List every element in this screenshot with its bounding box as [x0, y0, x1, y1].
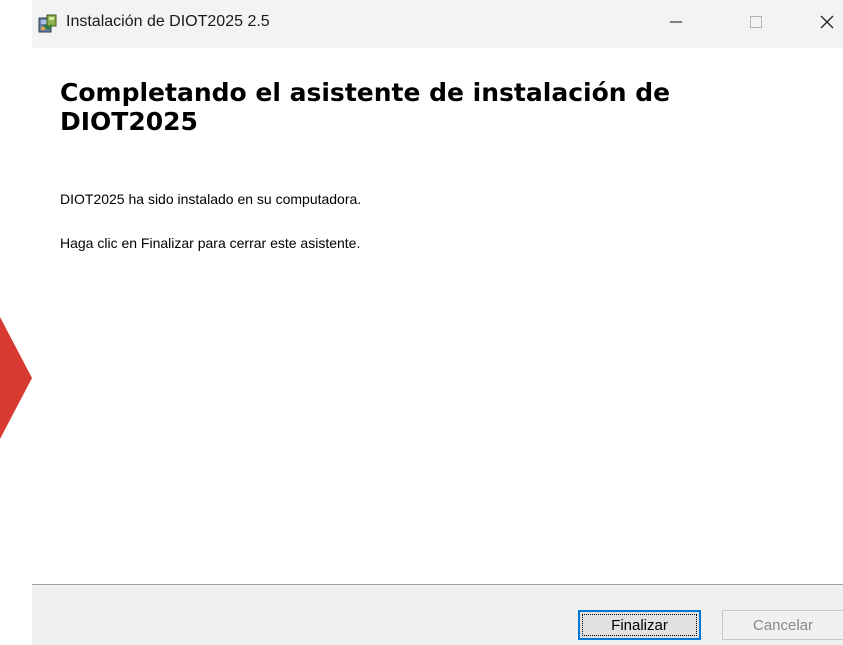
installer-package-icon [38, 12, 60, 34]
minimize-button[interactable] [654, 0, 698, 48]
close-icon [819, 14, 835, 35]
maximize-icon [749, 15, 763, 34]
finish-button-label: Finalizar [582, 614, 697, 636]
page-title: Completando el asistente de instalación … [60, 78, 671, 136]
wizard-footer: Finalizar Cancelar [32, 585, 843, 645]
close-button[interactable] [805, 0, 843, 48]
minimize-icon [669, 15, 683, 34]
title-bar[interactable]: Instalación de DIOT2025 2.5 [32, 0, 843, 48]
cancel-button: Cancelar [722, 610, 843, 640]
installed-message: DIOT2025 ha sido instalado en su computa… [60, 191, 362, 207]
window-title: Instalación de DIOT2025 2.5 [66, 13, 270, 30]
finish-instruction: Haga clic en Finalizar para cerrar este … [60, 235, 361, 251]
wizard-content: Completando el asistente de instalación … [32, 48, 843, 584]
finish-button[interactable]: Finalizar [578, 610, 701, 640]
maximize-button [734, 0, 778, 48]
red-pointer-shape [0, 317, 32, 439]
installer-window: Instalación de DIOT2025 2.5 Completando … [0, 0, 843, 645]
